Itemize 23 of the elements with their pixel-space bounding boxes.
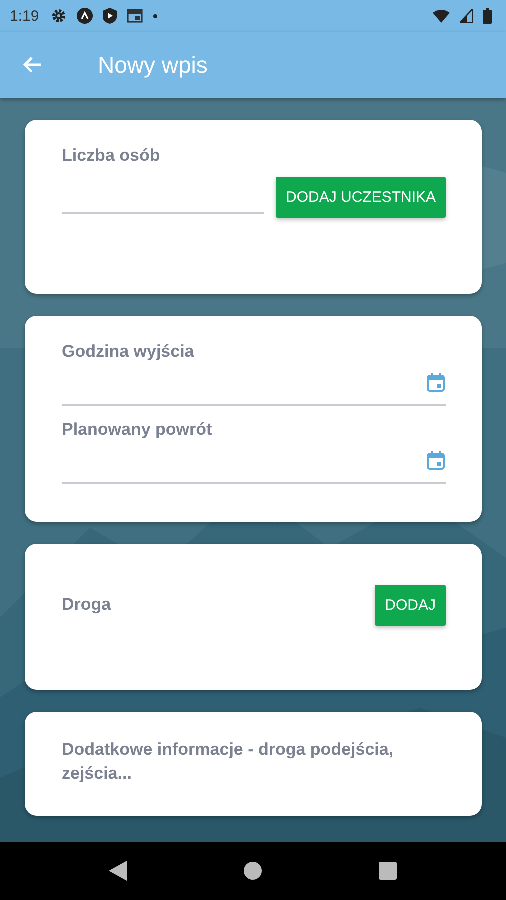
battery-icon [483, 8, 492, 24]
app-icon [77, 8, 94, 24]
add-button[interactable]: DODAJ [375, 584, 446, 626]
shield-play-icon [103, 8, 118, 24]
field-label: Dodatkowe informacje - droga podejścia, zejścia... [62, 739, 395, 785]
wifi-icon [433, 10, 450, 22]
home-icon[interactable] [244, 862, 262, 880]
back-icon[interactable] [108, 861, 127, 881]
screen-title: Nowy wpis [98, 52, 208, 78]
status-time: 1:19 [10, 8, 40, 24]
field-label: Liczba osób [62, 146, 162, 166]
calendar-icon [426, 373, 446, 393]
gear-icon [51, 8, 68, 24]
window-icon [127, 9, 144, 23]
field-label: Planowany powrót [62, 420, 214, 440]
section-label: Droga [62, 595, 112, 615]
recents-icon[interactable] [379, 862, 398, 880]
back-arrow-icon [22, 56, 42, 74]
calendar-icon [426, 451, 446, 471]
add-participant-button[interactable]: DODAJ UCZESTNIKA [276, 177, 446, 218]
signal-icon [460, 9, 473, 23]
dot-icon [153, 14, 158, 18]
field-label: Godzina wyjścia [62, 342, 196, 362]
